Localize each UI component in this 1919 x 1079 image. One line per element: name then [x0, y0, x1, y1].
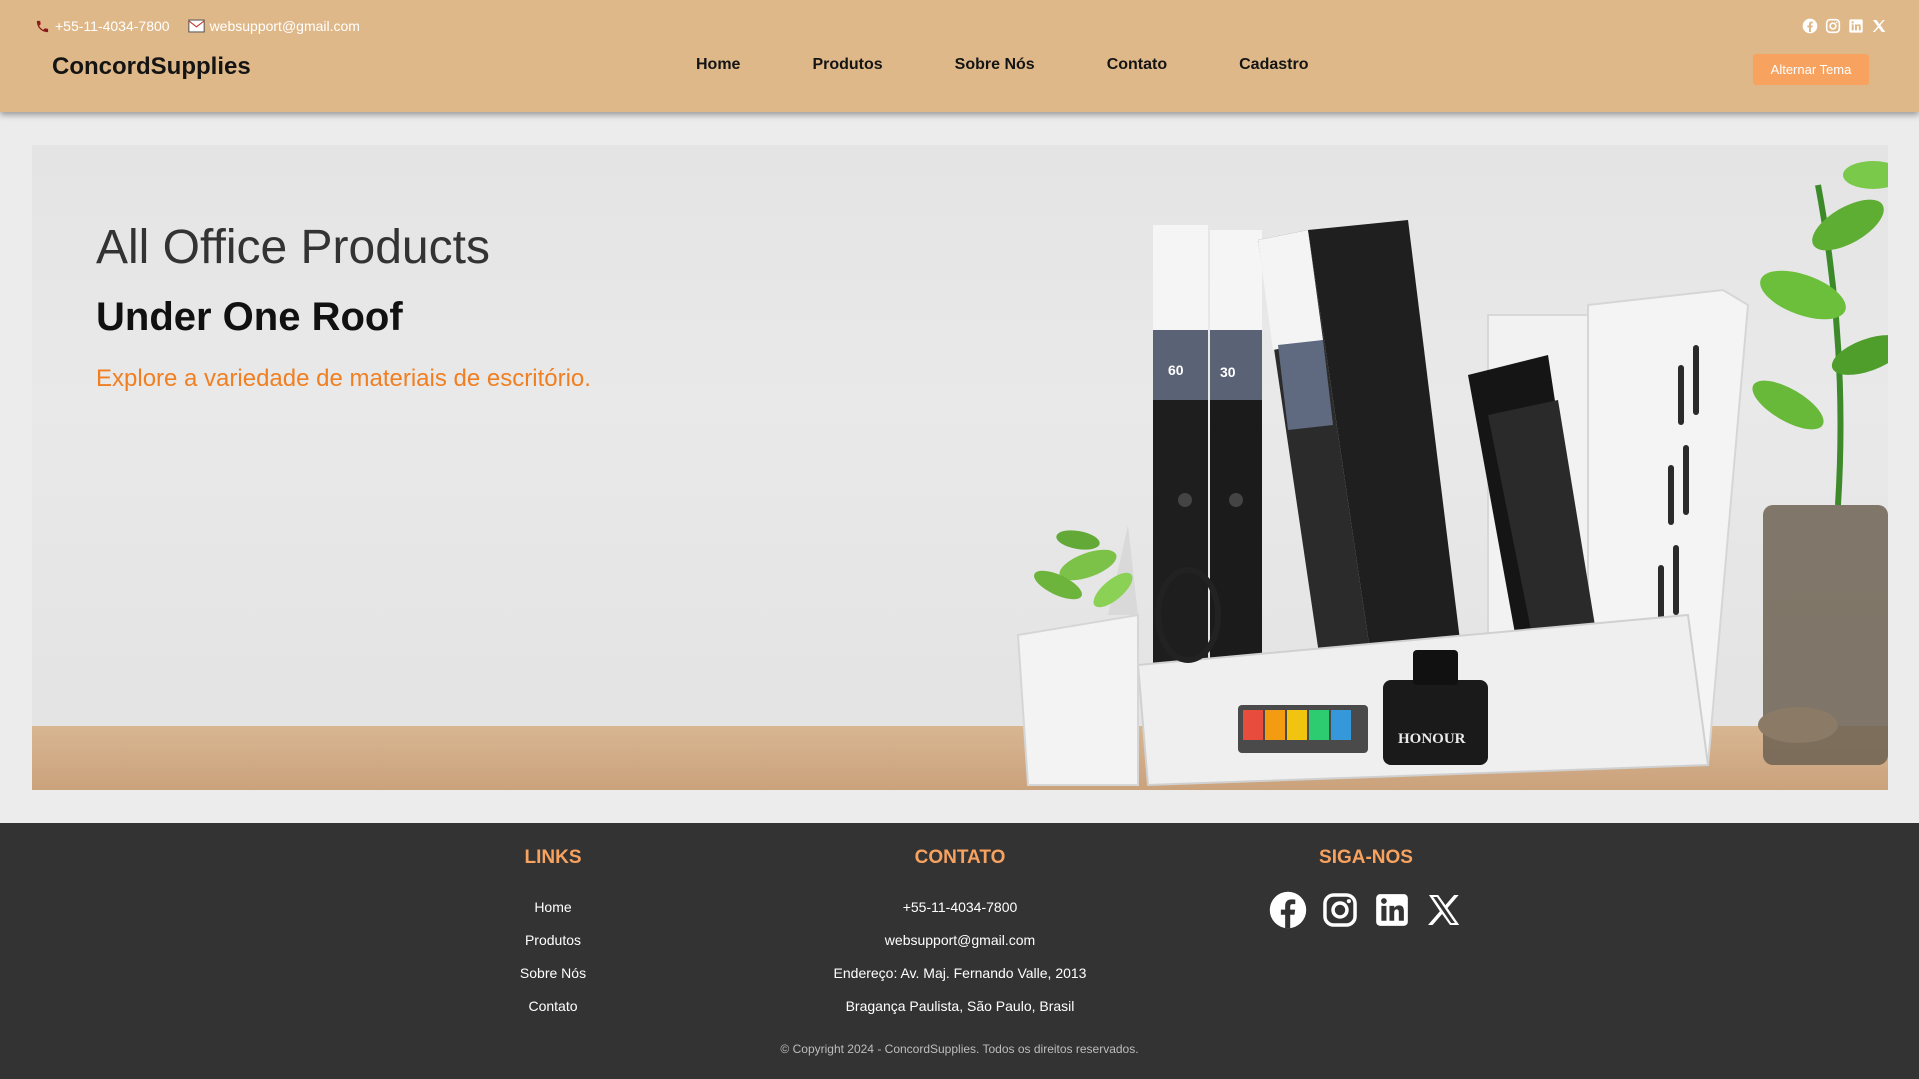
footer-contact-address: Endereço: Av. Maj. Fernando Valle, 2013: [833, 965, 1087, 981]
footer-link-home[interactable]: Home: [534, 899, 571, 915]
plant-right: [1752, 161, 1888, 765]
footer-contact-column: CONTATO +55-11-4034-7800 websupport@gmai…: [760, 847, 1160, 1023]
topbar-phone-text: +55-11-4034-7800: [55, 18, 170, 34]
nav-cadastro[interactable]: Cadastro: [1203, 56, 1344, 74]
footer-links-title: LINKS: [524, 847, 582, 868]
footer-links-column: LINKS Home Produtos Sobre Nós Contato: [453, 847, 653, 1023]
main-nav: Home Produtos Sobre Nós Contato Cadastro: [660, 56, 1344, 74]
linkedin-icon[interactable]: [1848, 18, 1864, 34]
footer-contact-email: websupport@gmail.com: [884, 932, 1036, 948]
linkedin-icon[interactable]: [1373, 891, 1411, 929]
site-header: +55-11-4034-7800 websupport@gmail.com Co…: [0, 0, 1919, 112]
footer-follow-title: SIGA-NOS: [1319, 847, 1413, 868]
instagram-icon[interactable]: [1321, 891, 1359, 929]
footer-link-contato[interactable]: Contato: [528, 998, 577, 1014]
facebook-icon[interactable]: [1269, 891, 1307, 929]
office-supplies-illustration: 60 30 HONOUR: [1016, 161, 1888, 787]
topbar-email-text: websupport@gmail.com: [209, 18, 360, 34]
footer-contact-phone: +55-11-4034-7800: [902, 899, 1018, 915]
hero-title: All Office Products: [96, 221, 490, 274]
contact-topbar: +55-11-4034-7800 websupport@gmail.com: [33, 17, 378, 35]
nav-contato[interactable]: Contato: [1071, 56, 1203, 74]
facebook-icon[interactable]: [1802, 18, 1818, 34]
hero-description: Explore a variedade de materiais de escr…: [96, 365, 591, 392]
toggle-theme-button[interactable]: Alternar Tema: [1753, 54, 1869, 85]
site-footer: LINKS Home Produtos Sobre Nós Contato CO…: [0, 823, 1919, 1079]
x-icon[interactable]: [1425, 891, 1463, 929]
x-icon[interactable]: [1871, 18, 1887, 34]
footer-follow-column: SIGA-NOS: [1266, 847, 1466, 929]
hero-banner: 60 30 HONOUR All Office Products Under O…: [32, 145, 1888, 790]
footer-link-sobre-nos[interactable]: Sobre Nós: [520, 965, 586, 981]
email-icon: [188, 17, 206, 35]
nav-sobre-nos[interactable]: Sobre Nós: [919, 56, 1071, 74]
header-social-links: [1802, 18, 1887, 34]
instagram-icon[interactable]: [1825, 18, 1841, 34]
nav-produtos[interactable]: Produtos: [776, 56, 918, 74]
footer-copyright: © Copyright 2024 - ConcordSupplies. Todo…: [780, 1042, 1139, 1056]
footer-link-produtos[interactable]: Produtos: [525, 932, 581, 948]
footer-contact-city: Bragança Paulista, São Paulo, Brasil: [845, 998, 1075, 1014]
topbar-phone[interactable]: +55-11-4034-7800: [33, 17, 170, 35]
phone-icon: [33, 17, 51, 35]
binder-label-60: 60: [1168, 362, 1184, 378]
ink-bottle-label: HONOUR: [1398, 731, 1466, 747]
topbar-email[interactable]: websupport@gmail.com: [188, 17, 360, 35]
footer-contact-title: CONTATO: [914, 847, 1006, 868]
nav-home[interactable]: Home: [660, 56, 776, 74]
binder-label-30: 30: [1220, 364, 1236, 380]
hero-subtitle: Under One Roof: [96, 295, 403, 339]
brand-logo[interactable]: ConcordSupplies: [52, 53, 251, 81]
footer-social-links: [1266, 891, 1466, 929]
